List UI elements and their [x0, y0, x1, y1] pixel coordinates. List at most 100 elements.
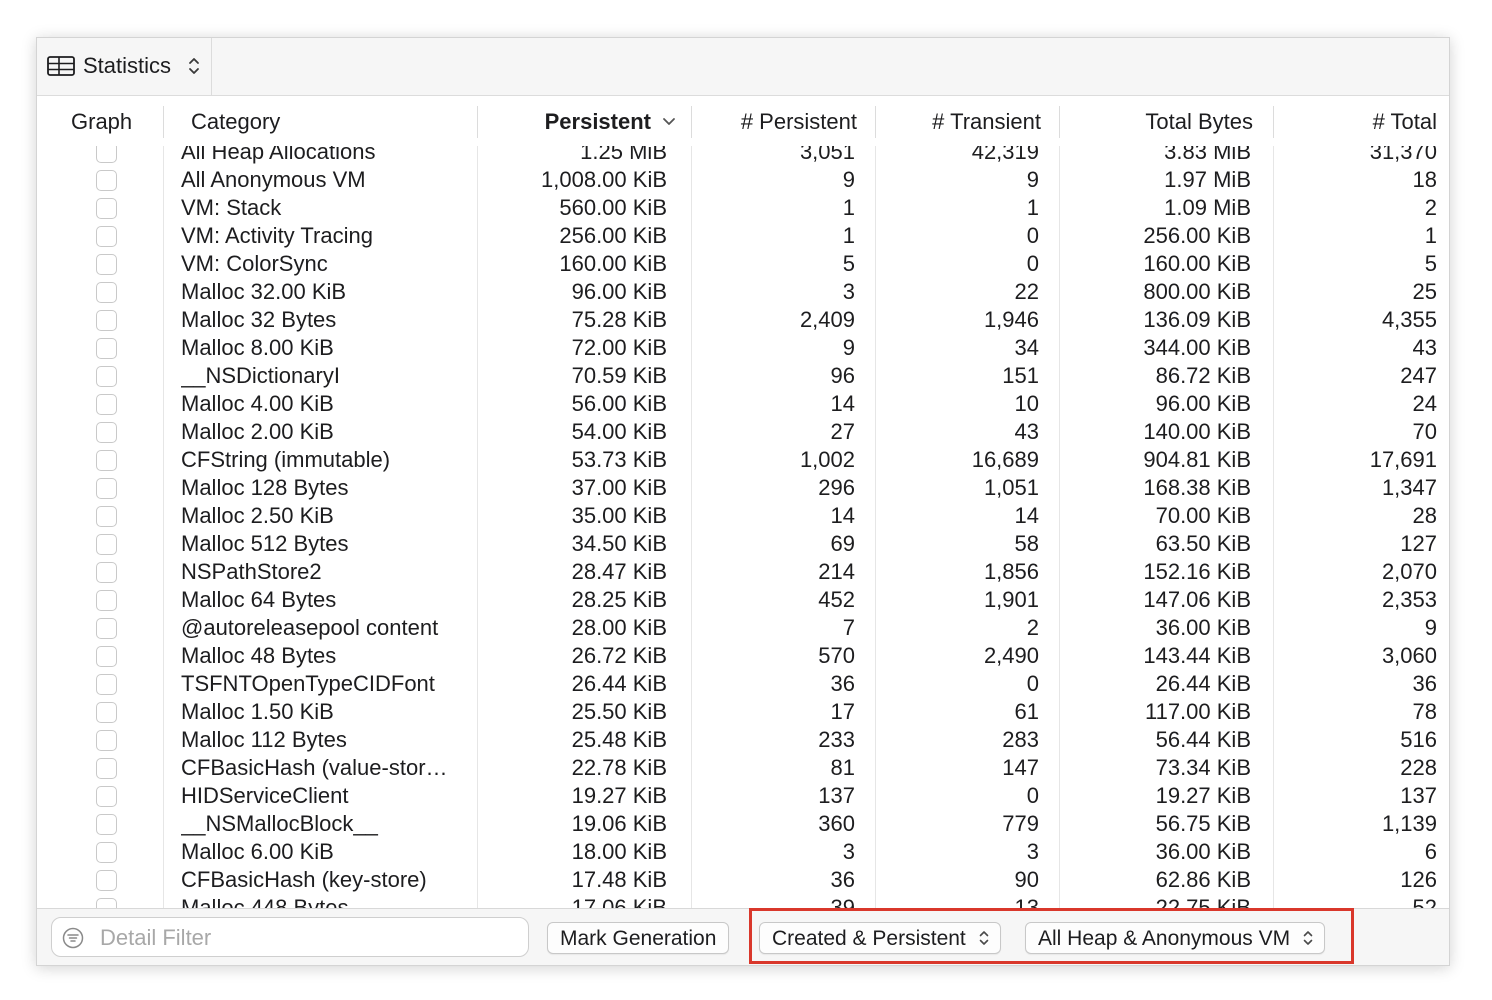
column-header-total-bytes[interactable]: Total Bytes: [1059, 96, 1261, 146]
graph-checkbox[interactable]: [96, 254, 117, 275]
graph-checkbox[interactable]: [96, 898, 117, 908]
graph-checkbox[interactable]: [96, 842, 117, 863]
graph-checkbox[interactable]: [96, 226, 117, 247]
column-header-category[interactable]: Category: [183, 96, 463, 146]
n-transient-cell: 0: [1026, 671, 1039, 696]
graph-checkbox[interactable]: [96, 506, 117, 527]
table-row[interactable]: Malloc 112 Bytes 25.48 KiB 233 283 56.44 KiB…: [37, 726, 1449, 754]
column-header-graph[interactable]: Graph: [63, 96, 173, 146]
table-row[interactable]: CFString (immutable) 53.73 KiB 1,002 16,689…: [37, 446, 1449, 474]
column-divider[interactable]: [163, 106, 164, 138]
table-row[interactable]: Malloc 32 Bytes 75.28 KiB 2,409 1,946 136.09…: [37, 306, 1449, 334]
graph-checkbox[interactable]: [96, 450, 117, 471]
table-row[interactable]: __NSDictionaryI 70.59 KiB 96 151 86.72 KiB 24…: [37, 362, 1449, 390]
table-row[interactable]: Malloc 2.00 KiB 54.00 KiB 27 43 140.00 KiB 70: [37, 418, 1449, 446]
n-total-cell: 137: [1400, 783, 1437, 808]
table-row[interactable]: Malloc 512 Bytes 34.50 KiB 69 58 63.50 KiB 12…: [37, 530, 1449, 558]
total-bytes-cell: 256.00 KiB: [1143, 223, 1251, 248]
n-total-cell: 228: [1400, 755, 1437, 780]
column-header-n-total[interactable]: # Total: [1273, 96, 1445, 146]
graph-checkbox[interactable]: [96, 646, 117, 667]
table-row[interactable]: Malloc 8.00 KiB 72.00 KiB 9 34 344.00 KiB 43: [37, 334, 1449, 362]
graph-checkbox[interactable]: [96, 730, 117, 751]
table-row[interactable]: Malloc 1.50 KiB 25.50 KiB 17 61 117.00 KiB 78: [37, 698, 1449, 726]
graph-checkbox[interactable]: [96, 758, 117, 779]
n-total-cell: 17,691: [1369, 447, 1437, 472]
n-transient-cell: 43: [1014, 419, 1039, 444]
table-row[interactable]: Malloc 4.00 KiB 56.00 KiB 14 10 96.00 KiB 24: [37, 390, 1449, 418]
lifespan-popup[interactable]: Created & Persistent: [759, 922, 1001, 954]
graph-checkbox[interactable]: [96, 814, 117, 835]
n-transient-cell: 779: [1002, 811, 1039, 836]
n-persistent-cell: 14: [830, 391, 855, 416]
table-row[interactable]: CFBasicHash (value-stor… 22.78 KiB 81 147 73…: [37, 754, 1449, 782]
graph-checkbox[interactable]: [96, 870, 117, 891]
total-bytes-cell: 86.72 KiB: [1155, 363, 1251, 388]
graph-checkbox[interactable]: [96, 786, 117, 807]
table-row[interactable]: Malloc 6.00 KiB 18.00 KiB 3 3 36.00 KiB 6: [37, 838, 1449, 866]
category-cell: Malloc 4.00 KiB: [181, 391, 334, 416]
n-total-cell: 70: [1412, 419, 1437, 444]
total-bytes-cell: 1.97 MiB: [1164, 167, 1251, 192]
table-row[interactable]: CFBasicHash (key-store) 17.48 KiB 36 90 62.8…: [37, 866, 1449, 894]
table-row[interactable]: Malloc 48 Bytes 26.72 KiB 570 2,490 143.44 K…: [37, 642, 1449, 670]
table-row[interactable]: Malloc 32.00 KiB 96.00 KiB 3 22 800.00 KiB 25: [37, 278, 1449, 306]
total-bytes-cell: 56.75 KiB: [1155, 811, 1251, 836]
table-row[interactable]: Malloc 64 Bytes 28.25 KiB 452 1,901 147.06 K…: [37, 586, 1449, 614]
table-row[interactable]: @autoreleasepool content 28.00 KiB 7 2 36.00…: [37, 614, 1449, 642]
total-bytes-cell: 143.44 KiB: [1143, 643, 1251, 668]
graph-checkbox[interactable]: [96, 198, 117, 219]
table-row[interactable]: NSPathStore2 28.47 KiB 214 1,856 152.16 KiB 2…: [37, 558, 1449, 586]
n-transient-cell: 16,689: [971, 447, 1039, 472]
table-row[interactable]: VM: Stack 560.00 KiB 1 1 1.09 MiB 2: [37, 194, 1449, 222]
graph-checkbox[interactable]: [96, 338, 117, 359]
column-header-persistent[interactable]: Persistent: [477, 96, 665, 146]
graph-checkbox[interactable]: [96, 282, 117, 303]
category-cell: CFString (immutable): [181, 447, 391, 472]
graph-checkbox[interactable]: [96, 170, 117, 191]
sort-descending-icon: [663, 118, 675, 125]
graph-checkbox[interactable]: [96, 534, 117, 555]
persistent-cell: 53.73 KiB: [571, 447, 667, 472]
mark-generation-button[interactable]: Mark Generation: [547, 922, 730, 954]
graph-checkbox[interactable]: [96, 394, 117, 415]
graph-checkbox[interactable]: [96, 618, 117, 639]
n-persistent-cell: 9: [842, 167, 855, 192]
view-switcher[interactable]: Statistics: [37, 38, 212, 95]
table-row[interactable]: All Anonymous VM 1,008.00 KiB 9 9 1.97 MiB 18: [37, 166, 1449, 194]
table-row[interactable]: HIDServiceClient 19.27 KiB 137 0 19.27 KiB 13…: [37, 782, 1449, 810]
table-row[interactable]: VM: ColorSync 160.00 KiB 5 0 160.00 KiB 5: [37, 250, 1449, 278]
graph-checkbox[interactable]: [96, 702, 117, 723]
column-header-n-transient[interactable]: # Transient: [875, 96, 1049, 146]
table-row[interactable]: __NSMallocBlock__ 19.06 KiB 360 779 56.75 Ki…: [37, 810, 1449, 838]
total-bytes-cell: 62.86 KiB: [1155, 867, 1251, 892]
graph-checkbox[interactable]: [96, 478, 117, 499]
n-transient-cell: 9: [1026, 167, 1039, 192]
n-total-cell: 4,355: [1381, 307, 1437, 332]
detail-filter-input[interactable]: [98, 918, 522, 958]
graph-checkbox[interactable]: [96, 422, 117, 443]
n-persistent-cell: 3,051: [799, 146, 855, 164]
table-row[interactable]: TSFNTOpenTypeCIDFont 26.44 KiB 36 0 26.44 Ki…: [37, 670, 1449, 698]
graph-checkbox[interactable]: [96, 310, 117, 331]
graph-checkbox[interactable]: [96, 590, 117, 611]
table-row[interactable]: VM: Activity Tracing 256.00 KiB 1 0 256.00 K…: [37, 222, 1449, 250]
table-row[interactable]: All Heap Allocations 1.25 MiB 3,051 42,319 3…: [37, 146, 1449, 166]
persistent-cell: 17.48 KiB: [571, 867, 667, 892]
column-header-n-persistent[interactable]: # Persistent: [691, 96, 865, 146]
graph-checkbox[interactable]: [96, 146, 117, 163]
allocation-type-popup[interactable]: All Heap & Anonymous VM: [1025, 922, 1326, 954]
detail-filter[interactable]: [51, 917, 529, 958]
graph-checkbox[interactable]: [96, 366, 117, 387]
table-row[interactable]: Malloc 2.50 KiB 35.00 KiB 14 14 70.00 KiB 28: [37, 502, 1449, 530]
table-row[interactable]: Malloc 128 Bytes 37.00 KiB 296 1,051 168.38 …: [37, 474, 1449, 502]
graph-checkbox[interactable]: [96, 562, 117, 583]
n-persistent-cell: 570: [818, 643, 855, 668]
total-bytes-cell: 63.50 KiB: [1155, 531, 1251, 556]
total-bytes-cell: 168.38 KiB: [1143, 475, 1251, 500]
table-row[interactable]: Malloc 448 Bytes 17.06 KiB 39 13 22.75 KiB 52: [37, 894, 1449, 908]
total-bytes-cell: 904.81 KiB: [1143, 447, 1251, 472]
graph-checkbox[interactable]: [96, 674, 117, 695]
category-cell: Malloc 32.00 KiB: [181, 279, 347, 304]
persistent-cell: 1.25 MiB: [580, 146, 667, 164]
